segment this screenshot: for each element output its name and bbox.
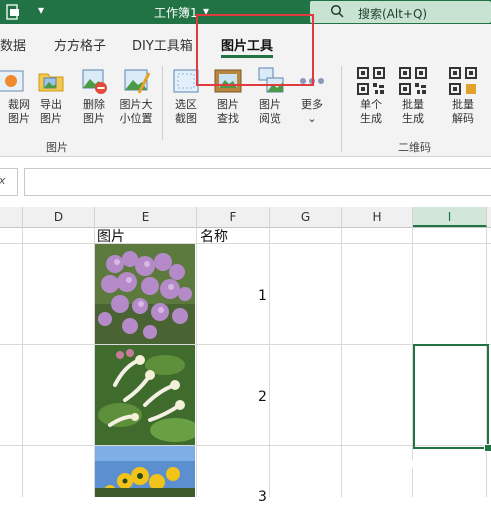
qr-batch-generate-button[interactable]: 批量 生成: [393, 60, 433, 126]
qr-decode-label: 批量 解码: [452, 98, 474, 125]
formula-bar: fx: [0, 160, 491, 206]
ribbon-separator: [341, 66, 342, 152]
flower-photo-honeysuckle[interactable]: [95, 345, 195, 445]
selected-cell-i[interactable]: [413, 344, 489, 449]
qr-code-icon: [356, 66, 386, 96]
column-header-c-partial[interactable]: [0, 207, 23, 227]
picture-size-position-button[interactable]: 图片大 小位置: [115, 60, 157, 126]
export-picture-button[interactable]: 导出 图片: [31, 60, 71, 126]
picture-find-label: 图片 查找: [217, 98, 239, 125]
search-placeholder: 搜索(Alt+Q): [358, 7, 428, 21]
tab-data[interactable]: 数据: [0, 35, 26, 54]
group-label-qrcode: 二维码: [398, 141, 431, 154]
delete-picture-icon: [79, 66, 109, 96]
formula-input[interactable]: [24, 168, 491, 196]
cell-f-row3[interactable]: 3: [258, 489, 267, 505]
document-title: 工作簿1: [154, 6, 198, 20]
ribbon-separator: [162, 66, 163, 140]
grid-line: [22, 227, 23, 497]
screenshot-label: 选区 截图: [175, 98, 197, 125]
qr-decode-icon: [448, 66, 478, 96]
fx-icon[interactable]: fx: [0, 174, 5, 187]
app-doc-icon[interactable]: [6, 4, 20, 20]
flower-photo-lilac[interactable]: [95, 244, 195, 344]
crop-web-icon: [0, 66, 25, 96]
search-icon: [330, 4, 344, 21]
search-box[interactable]: 搜索(Alt+Q): [310, 1, 491, 23]
group-label-picture: 图片: [46, 141, 68, 154]
cell-f-header[interactable]: 名称: [200, 226, 228, 246]
picture-size-label: 图片大 小位置: [119, 98, 153, 125]
picture-size-icon: [121, 66, 151, 96]
column-header-row: D E F G H I: [0, 207, 491, 228]
qr-single-label: 单个 生成: [360, 98, 382, 125]
export-picture-label: 导出 图片: [40, 98, 62, 125]
flower-photo-yellow[interactable]: [95, 446, 195, 497]
grid-line: [341, 227, 342, 497]
column-header-g[interactable]: G: [270, 207, 342, 227]
more-label: 更多 ⌄: [301, 98, 323, 125]
qr-single-generate-button[interactable]: 单个 生成: [351, 60, 391, 126]
column-header-h[interactable]: H: [342, 207, 413, 227]
delete-picture-label: 删除 图片: [83, 98, 105, 125]
export-picture-icon: [36, 66, 66, 96]
crop-web-label: 裁网 图片: [8, 98, 30, 125]
picture-viewer-label: 图片 阅览: [259, 98, 281, 125]
tab-fangfang[interactable]: 方方格子: [54, 35, 106, 54]
delete-picture-button[interactable]: 删除 图片: [74, 60, 114, 126]
qr-code-icon: [398, 66, 428, 96]
column-header-e[interactable]: E: [95, 207, 197, 227]
tab-diy-toolbox[interactable]: DIY工具箱: [132, 35, 193, 54]
crop-web-picture-button[interactable]: 裁网 图片: [0, 60, 30, 126]
qr-batch-decode-button[interactable]: 批量 解码: [443, 60, 483, 126]
watermark: Bai du 经验: [365, 454, 460, 473]
grid-line: [0, 243, 491, 244]
grid-line: [196, 227, 197, 497]
column-header-d[interactable]: D: [23, 207, 95, 227]
column-header-f[interactable]: F: [197, 207, 270, 227]
cell-e-header[interactable]: 图片: [97, 226, 125, 246]
column-header-i[interactable]: I: [413, 207, 487, 227]
cell-f-row1[interactable]: 1: [258, 288, 267, 304]
qr-batch-label: 批量 生成: [402, 98, 424, 125]
fill-handle[interactable]: [484, 444, 491, 452]
highlight-box: [196, 14, 314, 86]
grid-line: [269, 227, 270, 497]
quick-access-chevron-icon[interactable]: ▾: [38, 3, 44, 17]
name-box[interactable]: fx: [0, 168, 18, 196]
cell-f-row2[interactable]: 2: [258, 389, 267, 405]
